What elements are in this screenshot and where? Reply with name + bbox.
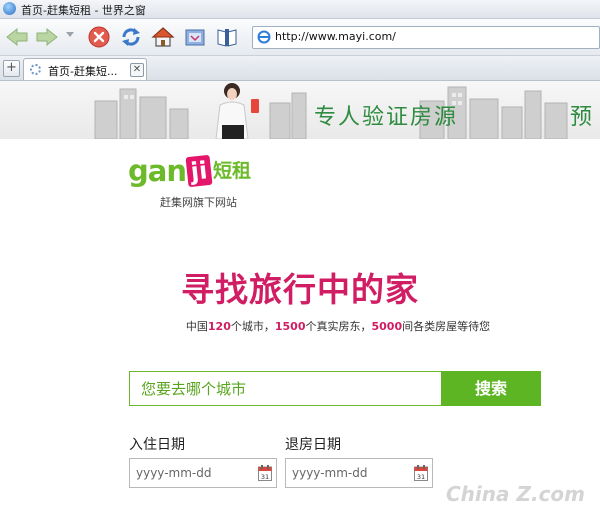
back-button[interactable] (4, 24, 30, 50)
stop-button[interactable] (86, 24, 112, 50)
history-dropdown-icon[interactable] (66, 32, 74, 37)
calendar-icon[interactable]: 31 (414, 465, 428, 481)
city-search-input[interactable] (130, 372, 441, 405)
banner-slogan-cut: 预 (570, 105, 593, 130)
stop-icon (88, 26, 110, 48)
book-icon (217, 29, 237, 47)
logo-ji: ji (185, 154, 213, 188)
favorites-icon (185, 29, 205, 46)
stats-hosts-count: 1500 (274, 320, 306, 333)
search-button[interactable]: 搜索 (441, 371, 541, 406)
stats-text: 中国 (185, 320, 208, 333)
tab-label: 首页-赶集短... (48, 65, 118, 78)
site-logo[interactable]: gan ji 短租 (128, 154, 251, 188)
tab-close-button[interactable]: ✕ (130, 63, 144, 77)
checkout-label: 退房日期 (285, 437, 341, 453)
loading-spinner-icon (30, 64, 41, 75)
browser-toolbar (0, 19, 600, 56)
checkin-date-input[interactable] (130, 459, 256, 487)
hero-headline-wrap: 寻找旅行中的家 (0, 263, 600, 311)
page-icon (257, 30, 271, 44)
checkout-date-input[interactable] (286, 459, 412, 487)
favorites-button[interactable] (182, 24, 208, 50)
stats-text: 个城市， (230, 320, 275, 333)
logo-gan: gan (128, 154, 187, 188)
browser-logo-icon (3, 2, 16, 15)
calendar-day: 31 (417, 473, 425, 481)
watermark: China Z.com (446, 482, 586, 506)
web-page: 专人验证房源 预 gan ji 短租 赶集网旗下网站 寻找旅行中的家 中国120个城… (0, 81, 600, 514)
tab-strip: + 首页-赶集短... ✕ (0, 56, 600, 81)
forward-arrow-icon (36, 27, 58, 47)
stats-text: 个真实房东， (305, 320, 372, 333)
promo-banner[interactable]: 专人验证房源 预 (0, 81, 600, 139)
city-search-box (129, 371, 441, 406)
stats-text: 间各类房屋等待您 (402, 320, 491, 333)
banner-slogan: 专人验证房源 (314, 105, 459, 130)
hero-stats: 中国120个城市，1500个真实房东，5000间各类房屋等待您 (0, 318, 600, 334)
calendar-icon[interactable]: 31 (258, 465, 272, 481)
new-tab-button[interactable]: + (3, 60, 20, 77)
window-title: 首页-赶集短租 - 世界之窗 (21, 4, 146, 17)
stats-cities-count: 120 (207, 320, 231, 333)
checkout-date-field[interactable]: 31 (285, 458, 433, 488)
tab-home[interactable]: 首页-赶集短... ✕ (23, 58, 147, 80)
url-input[interactable] (275, 28, 575, 45)
refresh-button[interactable] (118, 24, 144, 50)
hero-headline: 寻找旅行中的家 (181, 270, 419, 309)
reader-button[interactable] (214, 24, 240, 50)
home-button[interactable] (150, 24, 176, 50)
refresh-icon (122, 28, 140, 46)
stats-rooms-count: 5000 (371, 320, 403, 333)
checkin-date-field[interactable]: 31 (129, 458, 277, 488)
back-arrow-icon (6, 27, 28, 47)
forward-button[interactable] (34, 24, 60, 50)
logo-duanzu: 短租 (212, 160, 251, 182)
window-titlebar: 首页-赶集短租 - 世界之窗 (0, 0, 600, 19)
calendar-day: 31 (261, 473, 269, 481)
home-icon (151, 27, 175, 47)
address-bar[interactable] (252, 26, 600, 49)
checkin-label: 入住日期 (129, 437, 185, 453)
logo-subtitle: 赶集网旗下网站 (160, 196, 237, 209)
city-skyline-illustration (94, 83, 568, 139)
